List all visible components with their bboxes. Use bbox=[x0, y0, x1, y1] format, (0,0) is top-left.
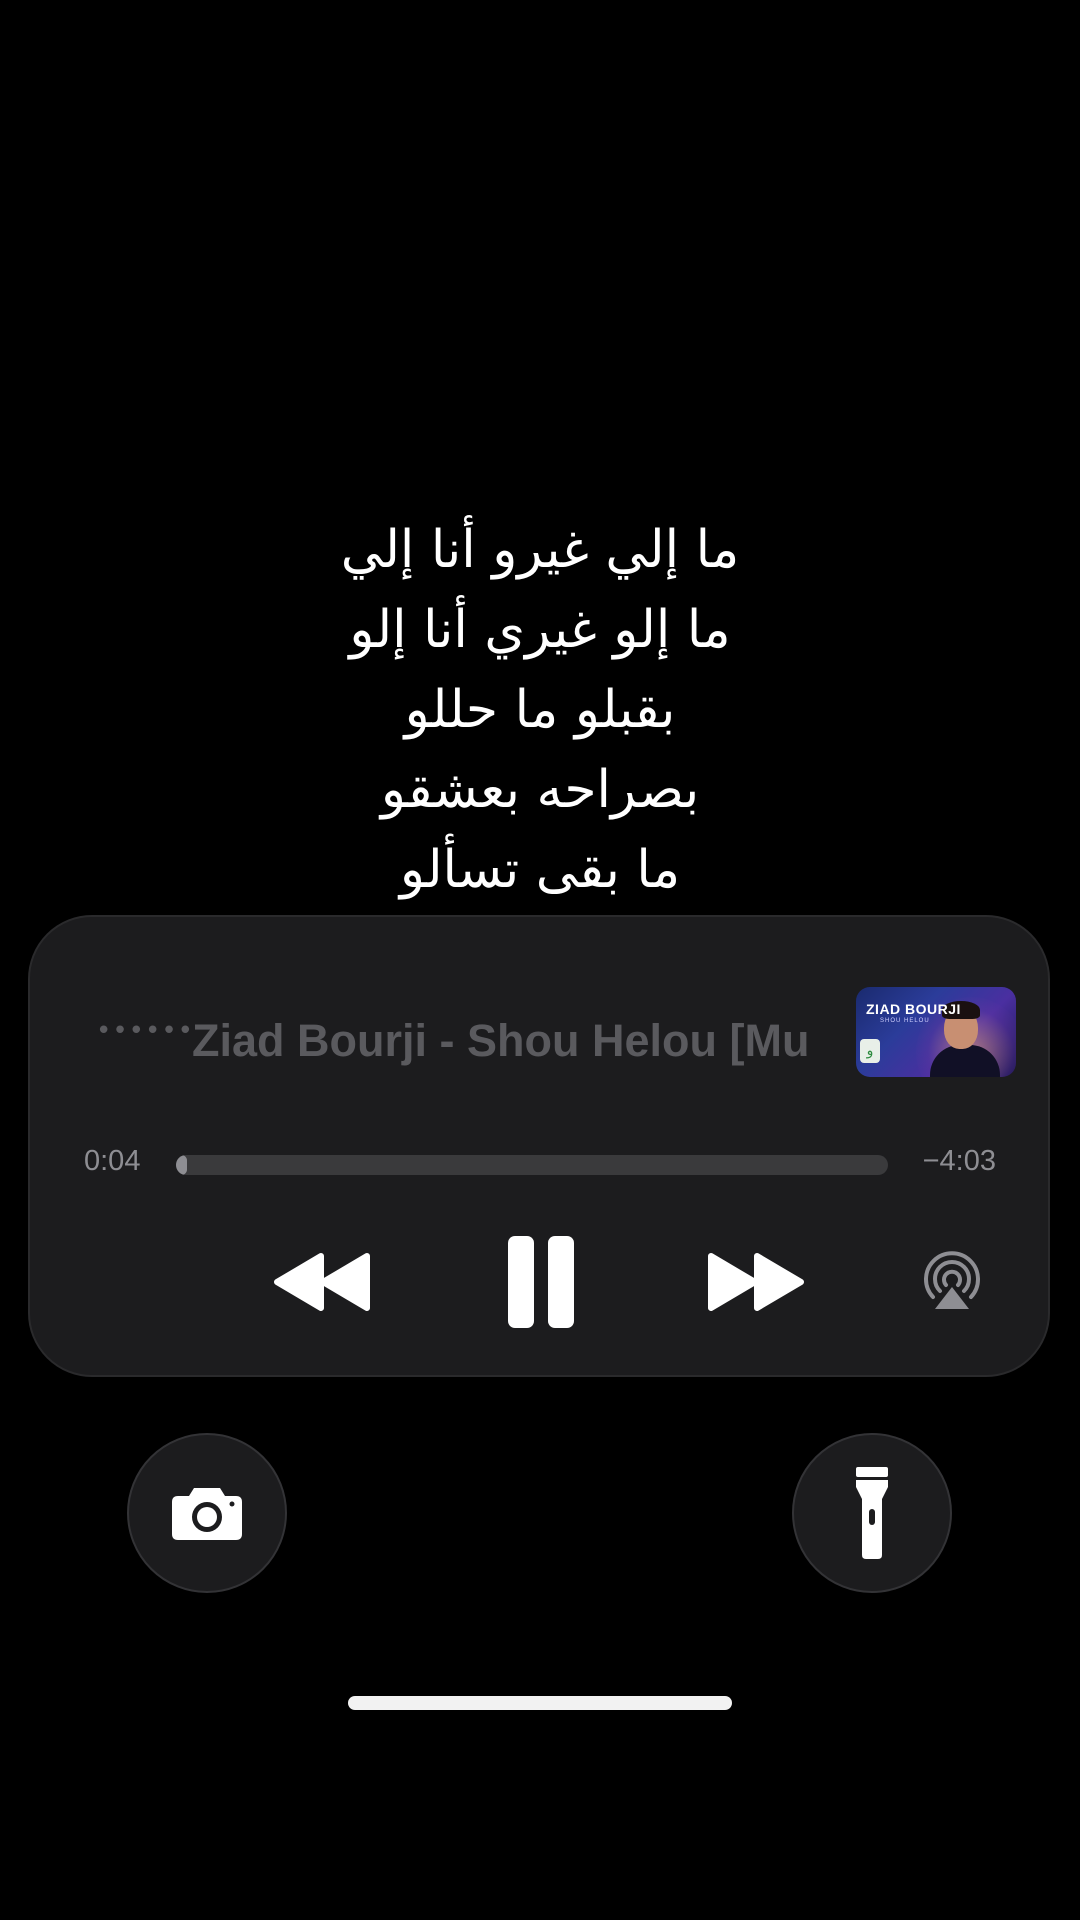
flashlight-button[interactable] bbox=[792, 1433, 952, 1593]
airplay-icon bbox=[924, 1251, 980, 1309]
lyric-line: ما إلي غيرو أنا إلي bbox=[340, 520, 740, 580]
elapsed-time: 0:04 bbox=[84, 1145, 141, 1177]
backward-icon bbox=[274, 1253, 370, 1311]
home-indicator[interactable] bbox=[348, 1696, 732, 1710]
artwork-badge: و bbox=[860, 1039, 880, 1063]
camera-icon bbox=[172, 1488, 242, 1540]
lyric-line: بقبلو ما حللو bbox=[404, 680, 676, 740]
lyric-line: ما بقى تسألو bbox=[399, 840, 681, 900]
airplay-button[interactable] bbox=[912, 1227, 992, 1337]
track-info: •••••• Ziad Bourji - Shou Helou [Mu ZIAD… bbox=[30, 987, 1048, 1087]
remaining-time: −4:03 bbox=[922, 1145, 996, 1177]
transport-controls bbox=[30, 1227, 1048, 1337]
progress-scrubber[interactable] bbox=[176, 1155, 888, 1175]
lyric-line: بصراحه بعشقو bbox=[380, 760, 700, 820]
lyric-line: ما إلو غيري أنا إلو bbox=[349, 600, 731, 660]
flashlight-icon bbox=[856, 1467, 888, 1559]
lyrics-overlay: ما إلي غيرو أنا إلي ما إلو غيري أنا إلو … bbox=[0, 510, 1080, 910]
more-dots-icon[interactable]: •••••• bbox=[96, 1018, 194, 1044]
forward-button[interactable] bbox=[700, 1227, 810, 1337]
camera-button[interactable] bbox=[127, 1433, 287, 1593]
pause-icon bbox=[508, 1236, 574, 1328]
pause-button[interactable] bbox=[496, 1227, 586, 1337]
song-title[interactable]: Ziad Bourji - Shou Helou [Mu bbox=[192, 1015, 852, 1067]
playback-progress: 0:04 −4:03 bbox=[30, 1141, 1048, 1181]
forward-icon bbox=[708, 1253, 804, 1311]
artwork-sub-text: SHOU HELOU bbox=[880, 1018, 930, 1024]
artwork-artist-text: ZIAD BOURJI bbox=[866, 1001, 961, 1017]
now-playing-widget[interactable]: •••••• Ziad Bourji - Shou Helou [Mu ZIAD… bbox=[28, 915, 1050, 1377]
album-artwork[interactable]: ZIAD BOURJI SHOU HELOU و bbox=[856, 987, 1016, 1077]
progress-fill bbox=[176, 1155, 188, 1175]
rewind-button[interactable] bbox=[268, 1227, 378, 1337]
